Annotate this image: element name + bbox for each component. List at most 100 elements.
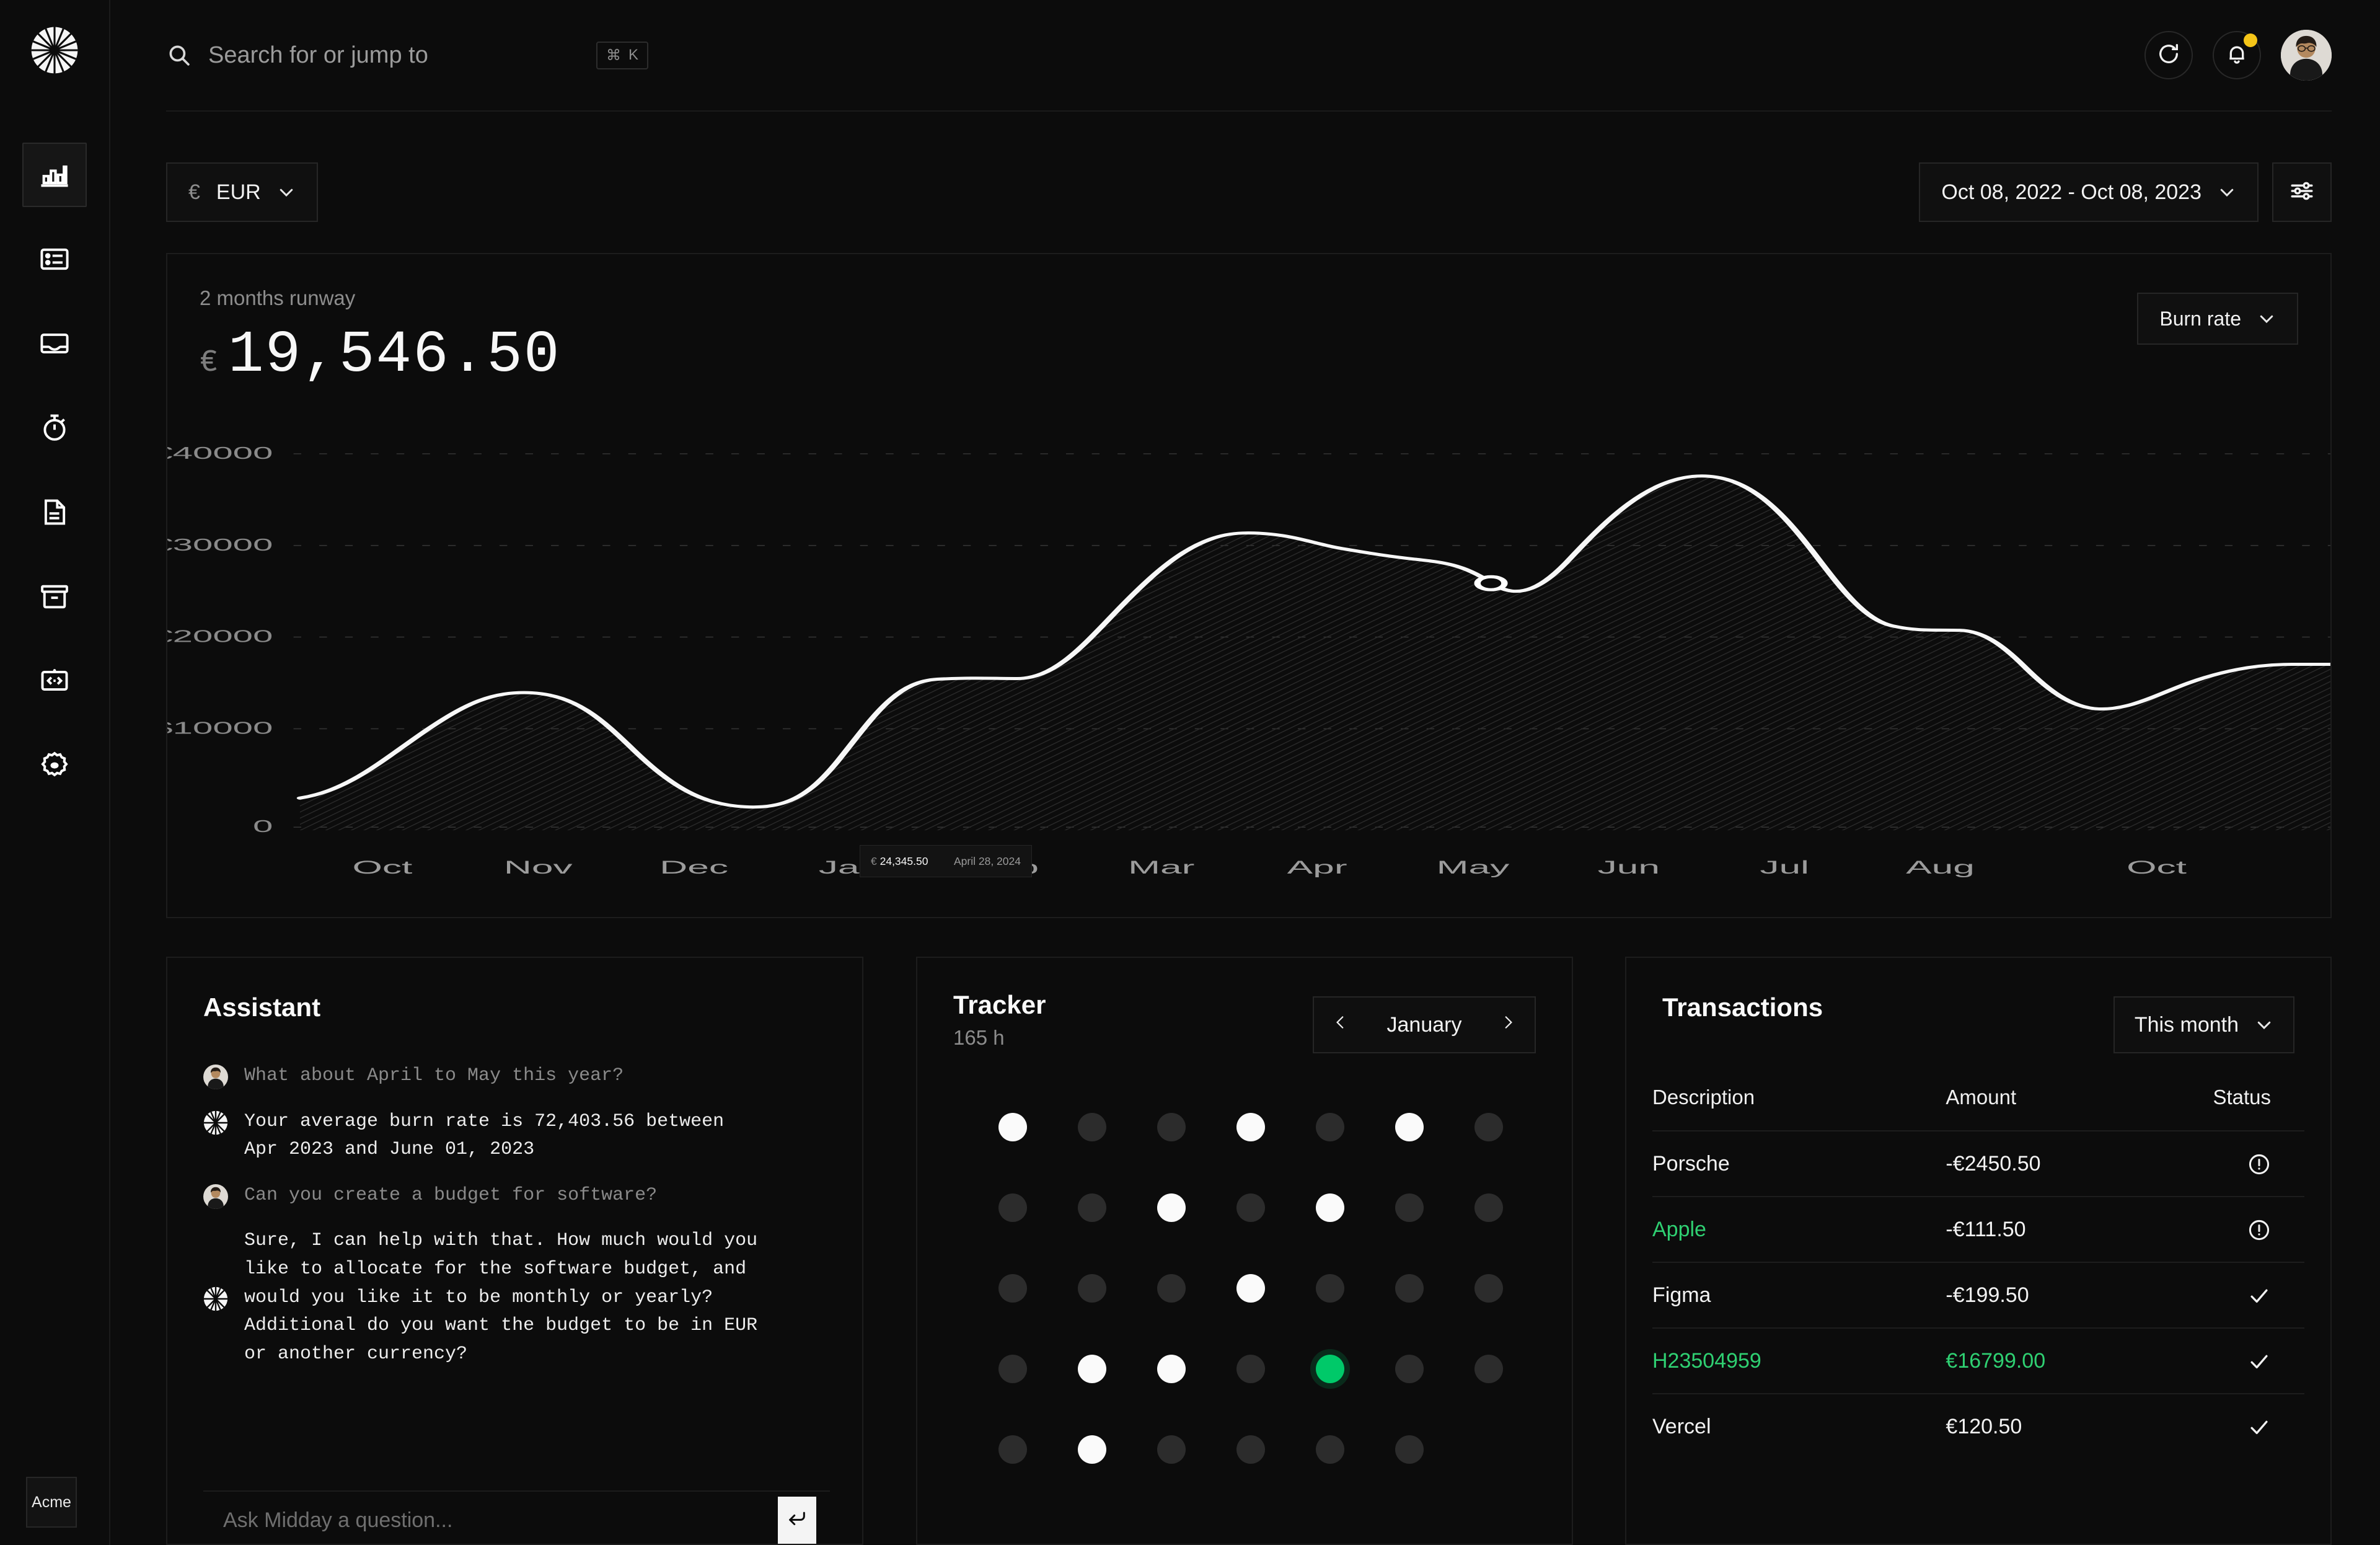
tracker-month-label: January: [1387, 1013, 1462, 1037]
global-search[interactable]: ⌘ K: [166, 42, 648, 69]
transactions-range-label: This month: [2135, 1013, 2239, 1037]
date-range-select[interactable]: Oct 08, 2022 - Oct 08, 2023: [1919, 162, 2259, 222]
tracker-day-dot[interactable]: [1316, 1274, 1344, 1303]
table-row[interactable]: Apple-€111.50: [1652, 1197, 2304, 1262]
status-badge: [2161, 1197, 2304, 1262]
team-badge[interactable]: Acme: [26, 1477, 77, 1528]
svg-text:$10000: $10000: [167, 718, 273, 737]
tracker-day-dot[interactable]: [1316, 1355, 1344, 1383]
tooltip-date: April 28, 2024: [954, 855, 1021, 868]
timer-icon: [38, 412, 71, 444]
tracker-day-dot[interactable]: [1157, 1435, 1186, 1464]
svg-text:Jul: Jul: [1760, 857, 1809, 878]
svg-text:Oct: Oct: [352, 857, 412, 878]
filter-settings-button[interactable]: [2272, 162, 2332, 222]
check-icon: [2247, 1348, 2271, 1372]
tracker-day-dot[interactable]: [1078, 1274, 1106, 1303]
tracker-day-dot[interactable]: [998, 1274, 1027, 1303]
prev-month-button[interactable]: [1333, 1010, 1349, 1040]
assistant-input[interactable]: [223, 1508, 778, 1533]
tracker-day-dot[interactable]: [998, 1435, 1027, 1464]
next-month-button[interactable]: [1500, 1010, 1516, 1040]
sidebar-item-tracker[interactable]: [22, 396, 87, 460]
alert-circle-icon: [2247, 1151, 2271, 1175]
topbar-actions: [2144, 30, 2332, 81]
sidebar-item-invoices[interactable]: [22, 480, 87, 544]
tracker-day-dot[interactable]: [1236, 1113, 1265, 1141]
tracker-day-dot[interactable]: [1316, 1435, 1344, 1464]
tracker-day-dot[interactable]: [998, 1355, 1027, 1383]
status-badge: [2161, 1328, 2304, 1394]
tracker-day-dot[interactable]: [1395, 1435, 1424, 1464]
tracker-day-dot[interactable]: [1395, 1113, 1424, 1141]
tracker-day-dot[interactable]: [998, 1193, 1027, 1222]
tracker-day-dot[interactable]: [1236, 1355, 1265, 1383]
tracker-day-dot[interactable]: [1395, 1193, 1424, 1222]
svg-text:Jun: Jun: [1598, 857, 1660, 878]
tracker-day-dot[interactable]: [1474, 1113, 1503, 1141]
tracker-day-grid: [973, 1113, 1528, 1464]
table-row[interactable]: Figma-€199.50: [1652, 1262, 2304, 1328]
refresh-button[interactable]: [2144, 31, 2193, 79]
notifications-button[interactable]: [2213, 31, 2261, 79]
avatar[interactable]: [2281, 30, 2332, 81]
tracker-day-dot[interactable]: [1157, 1355, 1186, 1383]
tracker-day-dot[interactable]: [1078, 1355, 1106, 1383]
assistant-send-button[interactable]: [778, 1497, 816, 1544]
tracker-day-dot[interactable]: [1236, 1435, 1265, 1464]
tracker-day-dot[interactable]: [1078, 1113, 1106, 1141]
tracker-day-dot[interactable]: [1236, 1193, 1265, 1222]
assistant-message-bot: Your average burn rate is 72,403.56 betw…: [203, 1108, 830, 1164]
table-header-row: Description Amount Status: [1652, 1086, 2304, 1131]
tracker-day-dot[interactable]: [1474, 1193, 1503, 1222]
assistant-input-row: [203, 1490, 830, 1545]
cell-amount: €16799.00: [1946, 1328, 2161, 1394]
tracker-day-dot[interactable]: [1395, 1355, 1424, 1383]
search-input[interactable]: [208, 42, 593, 69]
tracker-day-dot[interactable]: [1316, 1113, 1344, 1141]
table-row[interactable]: Vercel€120.50: [1652, 1394, 2304, 1459]
svg-text:Mar: Mar: [1128, 857, 1194, 878]
chevron-down-icon: [2255, 1016, 2273, 1034]
tracker-month-nav: January: [1313, 996, 1536, 1053]
tracker-day-empty: [1474, 1435, 1503, 1464]
list-icon: [38, 243, 71, 275]
tracker-day-dot[interactable]: [1078, 1435, 1106, 1464]
svg-text:Apr: Apr: [1287, 857, 1347, 878]
sidebar-item-transactions[interactable]: [22, 227, 87, 291]
sidebar-item-settings[interactable]: [22, 733, 87, 797]
tracker-day-dot[interactable]: [1316, 1193, 1344, 1222]
sidebar-item-apps[interactable]: [22, 649, 87, 713]
tracker-day-dot[interactable]: [1157, 1193, 1186, 1222]
sidebar-item-vault[interactable]: [22, 564, 87, 629]
chart-highlight-point: [1478, 577, 1505, 590]
tracker-day-dot[interactable]: [1474, 1355, 1503, 1383]
currency-select[interactable]: € EUR: [166, 162, 318, 222]
notification-badge: [2244, 33, 2257, 47]
tracker-day-dot[interactable]: [1157, 1274, 1186, 1303]
metric-select[interactable]: Burn rate: [2137, 293, 2298, 345]
tracker-day-dot[interactable]: [1078, 1193, 1106, 1222]
chevron-down-icon: [2218, 183, 2236, 201]
column-status: Status: [2161, 1086, 2304, 1131]
amount-currency: €: [200, 345, 218, 381]
bar-chart-icon: [38, 159, 71, 191]
assistant-avatar-icon: [203, 1110, 228, 1135]
table-row[interactable]: Porsche-€2450.50: [1652, 1131, 2304, 1197]
transactions-table: Description Amount Status Porsche-€2450.…: [1652, 1086, 2304, 1459]
tracker-day-dot[interactable]: [1157, 1113, 1186, 1141]
tracker-day-dot[interactable]: [998, 1113, 1027, 1141]
app-logo-icon[interactable]: [30, 26, 79, 74]
currency-code: EUR: [216, 180, 261, 205]
transactions-range-select[interactable]: This month: [2113, 996, 2294, 1053]
tracker-day-dot[interactable]: [1236, 1274, 1265, 1303]
tracker-day-dot[interactable]: [1395, 1274, 1424, 1303]
svg-text:Oct: Oct: [2127, 857, 2187, 878]
sidebar-item-inbox[interactable]: [22, 311, 87, 376]
svg-text:Dec: Dec: [659, 857, 728, 878]
burn-rate-chart-card: 2 months runway € 19,546.50 Burn rate: [166, 253, 2332, 918]
table-row[interactable]: H23504959€16799.00: [1652, 1328, 2304, 1394]
sidebar-item-overview[interactable]: [22, 143, 87, 207]
sidebar: Acme: [0, 0, 110, 1545]
tracker-day-dot[interactable]: [1474, 1274, 1503, 1303]
